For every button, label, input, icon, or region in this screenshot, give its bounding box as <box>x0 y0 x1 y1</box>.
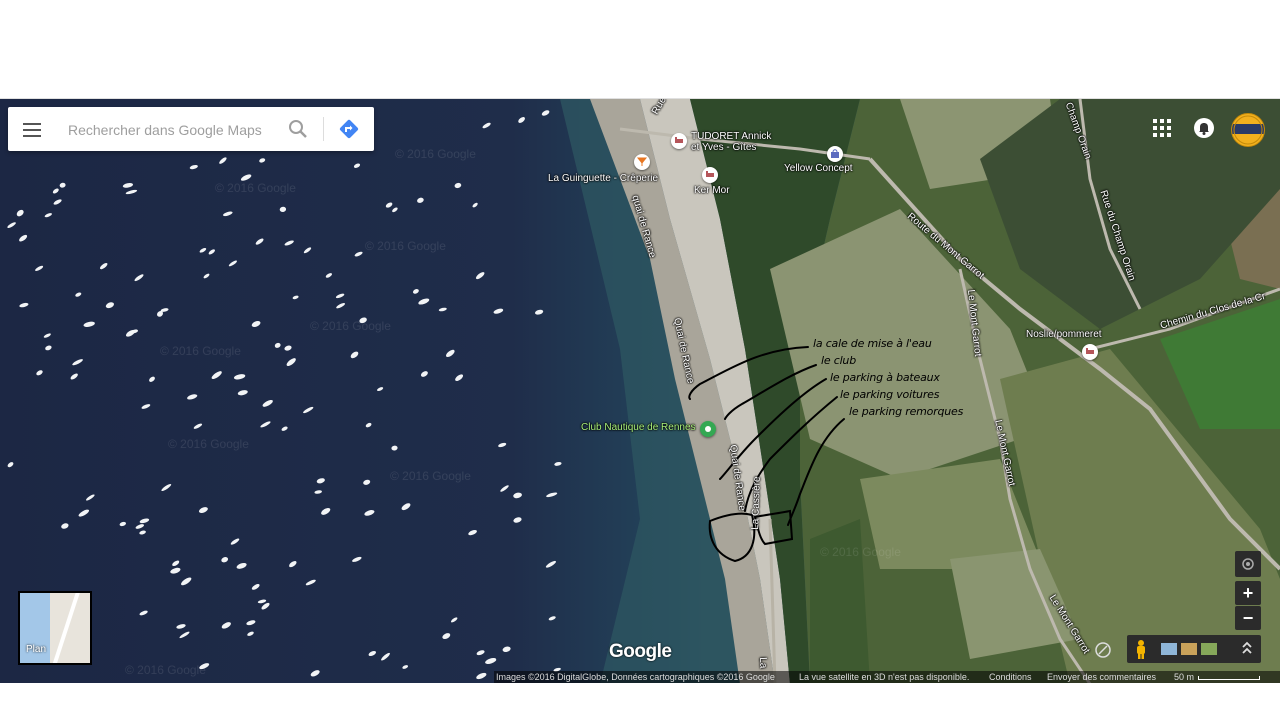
search-input[interactable] <box>66 117 280 143</box>
road-label-la: La <box>757 657 769 669</box>
expand-icon[interactable] <box>1242 641 1252 654</box>
zoom-in-button[interactable]: + <box>1235 581 1261 605</box>
google-logo: Google <box>609 641 672 662</box>
poi-pin-club-nautique[interactable] <box>700 421 716 437</box>
search-icon[interactable] <box>287 118 309 140</box>
annotation-parking-remorques: le parking remorques <box>849 405 964 418</box>
notifications-icon[interactable] <box>1194 118 1214 138</box>
poi-label-la-guinguette[interactable]: La Guinguette - Crêperie <box>548 173 658 184</box>
poi-pin-tudoret[interactable] <box>671 133 687 149</box>
search-box <box>8 107 374 151</box>
imagery-thumbs[interactable] <box>1161 643 1217 655</box>
plan-label: Plan <box>26 644 47 655</box>
bottom-tools-bar <box>1127 635 1261 663</box>
poi-label-yellow-concept[interactable]: Yellow Concept <box>784 163 853 174</box>
map-canvas[interactable]: © 2016 Google © 2016 Google © 2016 Googl… <box>0 98 1280 684</box>
menu-icon[interactable] <box>20 119 46 139</box>
hotel-icon <box>1086 348 1094 354</box>
annotation-cale: la cale de mise à l'eau <box>813 337 932 350</box>
scale-bar <box>1198 676 1260 680</box>
avatar[interactable] <box>1231 113 1265 147</box>
poi-pin-ker-mor[interactable] <box>702 167 718 183</box>
poi-label-ker-mor[interactable]: Ker Mor <box>694 185 730 196</box>
poi-label-club-nautique[interactable]: Club Nautique de Rennes <box>581 422 696 433</box>
shopping-icon <box>831 149 839 158</box>
my-location-button[interactable] <box>1235 551 1261 577</box>
hotel-icon <box>675 137 683 143</box>
annotation-parking-voitures: le parking voitures <box>840 388 940 401</box>
annotation-parking-bateaux: le parking à bateaux <box>830 371 940 384</box>
apps-grid-icon[interactable] <box>1153 119 1171 137</box>
poi-pin-yellow-concept[interactable] <box>827 146 843 162</box>
poi-label-noslie[interactable]: Noslie/pommeret <box>1026 329 1102 340</box>
poi-pin-noslie[interactable] <box>1082 344 1098 360</box>
hotel-icon <box>706 171 714 177</box>
sport-icon <box>705 426 711 432</box>
poi-label-tudoret[interactable]: TUDORET Annick <box>691 131 771 142</box>
zoom-out-icon: − <box>1242 608 1254 628</box>
annotation-lines <box>688 346 845 563</box>
map-type-toggle[interactable]: Plan <box>18 591 92 665</box>
zoom-out-button[interactable]: − <box>1235 606 1261 630</box>
location-icon <box>1242 558 1254 570</box>
annotation-club: le club <box>821 354 856 367</box>
plan-thumb-road <box>51 593 81 663</box>
restaurant-icon <box>636 157 648 166</box>
rotate-icon[interactable] <box>1094 641 1112 659</box>
directions-icon[interactable] <box>338 118 360 140</box>
poi-pin-la-guinguette[interactable] <box>634 154 650 170</box>
pegman-icon[interactable] <box>1137 640 1145 659</box>
zoom-in-icon: + <box>1242 583 1254 603</box>
top-blank-area <box>0 0 1280 98</box>
poi-label-tudoret-line2[interactable]: et Yves - Gîtes <box>691 142 756 153</box>
search-divider <box>323 117 324 141</box>
bottom-blank-area <box>0 683 1280 720</box>
road-label-la-cassiere: La Cassière <box>750 476 763 530</box>
